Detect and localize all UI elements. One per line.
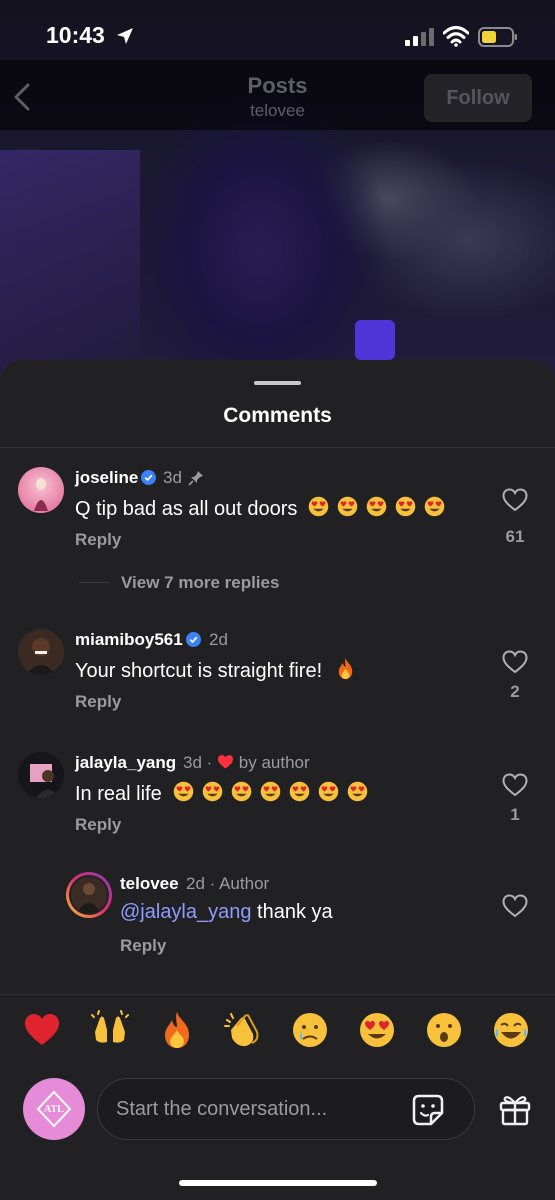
fire-emoji-icon xyxy=(338,657,352,680)
view-more-replies-link[interactable]: View 7 more replies xyxy=(121,573,279,593)
follow-button[interactable]: Follow xyxy=(424,74,532,122)
laughing-face-emoji-button[interactable] xyxy=(491,1010,531,1050)
battery-icon xyxy=(478,27,517,47)
comment-text: In real life xyxy=(75,780,375,806)
reply-button[interactable]: Reply xyxy=(75,815,121,835)
comment-text: Your shortcut is straight fire! xyxy=(75,657,357,683)
comment-username[interactable]: jalayla_yang xyxy=(75,753,176,773)
comment-time: 3d xyxy=(163,468,182,487)
emoji-reaction-bar xyxy=(0,1010,555,1060)
avatar[interactable] xyxy=(18,467,64,513)
heart-eyes-emoji-icon xyxy=(367,496,387,517)
heart-outline-icon[interactable] xyxy=(502,894,528,918)
avatar[interactable] xyxy=(66,872,112,918)
pin-icon xyxy=(188,471,203,486)
heart-eyes-emoji-icon xyxy=(202,781,222,802)
raised-hands-emoji-button[interactable] xyxy=(90,1010,130,1050)
heart-eyes-emoji-button[interactable] xyxy=(357,1010,397,1050)
comment-input[interactable]: Start the conversation... xyxy=(97,1078,475,1140)
fire-emoji-button[interactable] xyxy=(157,1010,197,1050)
verified-badge-icon xyxy=(185,632,201,647)
home-indicator[interactable] xyxy=(179,1180,377,1186)
heart-eyes-emoji-row xyxy=(172,781,375,805)
like-count: 2 xyxy=(510,682,520,701)
heart-eyes-emoji-icon xyxy=(347,781,367,802)
heart-eyes-emoji-icon xyxy=(289,781,309,802)
sticker-icon[interactable] xyxy=(411,1093,445,1127)
comment-time: 2d xyxy=(209,630,228,649)
heart-eyes-emoji-row xyxy=(307,496,452,520)
comment-time: 3d · by author xyxy=(183,753,310,772)
surprised-face-emoji-button[interactable] xyxy=(424,1010,464,1050)
avatar[interactable] xyxy=(18,629,64,675)
sheet-title: Comments xyxy=(223,404,332,427)
mention-link[interactable]: @jalayla_yang xyxy=(120,901,252,923)
heart-eyes-emoji-icon xyxy=(231,781,251,802)
heart-outline-icon[interactable] xyxy=(502,773,528,797)
heart-eyes-emoji-icon xyxy=(260,781,280,802)
reply-button[interactable]: Reply xyxy=(75,530,121,550)
heart-eyes-emoji-icon xyxy=(396,496,416,517)
reply-button[interactable]: Reply xyxy=(75,692,121,712)
divider xyxy=(79,582,109,583)
heart-emoji-button[interactable] xyxy=(22,1010,62,1050)
comment-username[interactable]: joseline xyxy=(75,468,157,488)
heart-outline-icon[interactable] xyxy=(502,488,528,512)
comment-input-placeholder: Start the conversation... xyxy=(116,1098,328,1120)
heart-eyes-emoji-icon xyxy=(173,781,193,802)
heart-outline-icon[interactable] xyxy=(502,650,528,674)
cellular-signal-icon xyxy=(405,28,434,46)
heart-filled-icon xyxy=(218,755,234,769)
verified-badge-icon xyxy=(141,470,157,485)
comment-username[interactable]: telovee xyxy=(120,874,179,894)
status-time: 10:43 xyxy=(46,22,105,48)
location-arrow-icon xyxy=(117,28,133,44)
comment-time: 2d · Author xyxy=(186,874,270,893)
comments-sheet: Comments joseline 3d Q tip bad as all ou… xyxy=(0,360,555,1200)
like-count: 1 xyxy=(510,805,520,824)
comment-text: Q tip bad as all out doors xyxy=(75,495,452,521)
gift-icon[interactable] xyxy=(498,1092,532,1126)
comment-text: @jalayla_yang thank ya xyxy=(120,901,333,923)
sheet-grabber[interactable] xyxy=(254,381,301,385)
user-avatar[interactable]: ATL xyxy=(23,1078,85,1140)
heart-eyes-emoji-icon xyxy=(338,496,358,517)
crying-face-emoji-button[interactable] xyxy=(290,1010,330,1050)
comment-username[interactable]: miamiboy561 xyxy=(75,630,201,650)
divider xyxy=(0,447,555,448)
like-count: 61 xyxy=(505,527,525,546)
wifi-icon xyxy=(443,26,469,47)
clapping-hands-emoji-button[interactable] xyxy=(223,1010,263,1050)
heart-eyes-emoji-icon xyxy=(425,496,445,517)
avatar[interactable] xyxy=(18,752,64,798)
svg-text:ATL: ATL xyxy=(44,1104,64,1115)
heart-eyes-emoji-icon xyxy=(318,781,338,802)
reply-button[interactable]: Reply xyxy=(120,936,166,956)
heart-eyes-emoji-icon xyxy=(309,496,329,517)
divider xyxy=(0,994,555,995)
posts-header: Posts telovee Follow xyxy=(0,60,555,130)
